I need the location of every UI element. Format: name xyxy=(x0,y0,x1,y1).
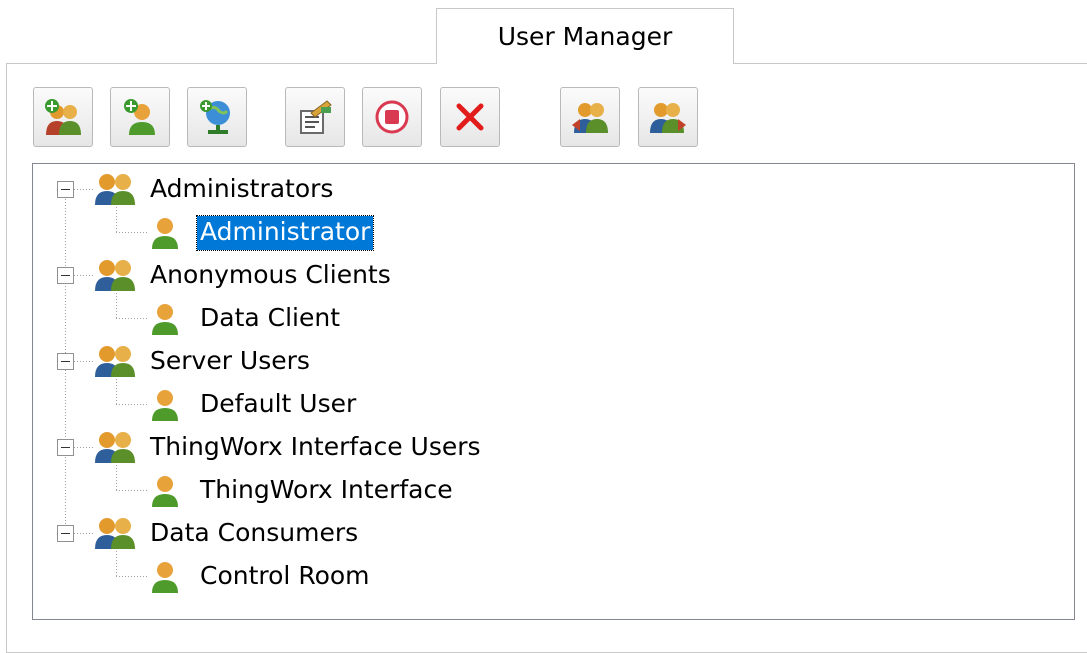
move-users-right-button[interactable] xyxy=(638,87,698,147)
tab-user-manager[interactable]: User Manager xyxy=(436,8,734,64)
tab-label: User Manager xyxy=(497,22,673,51)
tree-group-label[interactable]: Administrators xyxy=(147,173,336,207)
tree-user-label[interactable]: Default User xyxy=(197,388,359,422)
tree-user-label[interactable]: Data Client xyxy=(197,302,343,336)
move-right-icon xyxy=(650,103,686,133)
stop-icon xyxy=(375,100,409,134)
user-icon xyxy=(152,562,178,593)
move-users-left-button[interactable] xyxy=(560,87,620,147)
add-user-group-button[interactable] xyxy=(33,87,93,147)
user-icon xyxy=(152,304,178,335)
delete-x-icon xyxy=(456,103,484,131)
tree-user-label[interactable]: ThingWorx Interface xyxy=(197,474,456,508)
user-icon xyxy=(152,218,178,249)
user-group-icon xyxy=(95,260,135,291)
user-icon xyxy=(152,390,178,421)
collapse-toggle[interactable] xyxy=(57,525,74,542)
add-user-button[interactable] xyxy=(110,87,170,147)
tree-group-label[interactable]: Data Consumers xyxy=(147,517,361,551)
tree-user-label[interactable]: Control Room xyxy=(197,560,373,594)
add-group-icon xyxy=(45,99,81,135)
tree-group-label[interactable]: Anonymous Clients xyxy=(147,259,394,293)
collapse-toggle[interactable] xyxy=(57,353,74,370)
user-group-icon xyxy=(95,346,135,377)
tree-group-label[interactable]: Server Users xyxy=(147,345,313,379)
import-users-button[interactable] xyxy=(187,87,247,147)
tree-connector-lines xyxy=(65,189,149,577)
collapse-toggle[interactable] xyxy=(57,439,74,456)
collapse-toggle[interactable] xyxy=(57,181,74,198)
delete-button[interactable] xyxy=(440,87,500,147)
tree-user-label[interactable]: Administrator xyxy=(195,215,375,251)
disable-button[interactable] xyxy=(362,87,422,147)
globe-user-icon xyxy=(200,100,230,134)
user-group-icon xyxy=(95,174,135,205)
tree-group-label[interactable]: ThingWorx Interface Users xyxy=(147,431,484,465)
add-user-icon xyxy=(124,99,155,135)
move-left-icon xyxy=(572,103,608,133)
user-group-icon xyxy=(95,518,135,549)
properties-button[interactable] xyxy=(285,87,345,147)
properties-icon xyxy=(300,100,332,134)
user-icon xyxy=(152,476,178,507)
user-group-icon xyxy=(95,432,135,463)
collapse-toggle[interactable] xyxy=(57,267,74,284)
user-tree-view[interactable]: Administrators Administrator Anonymous C… xyxy=(32,163,1075,620)
